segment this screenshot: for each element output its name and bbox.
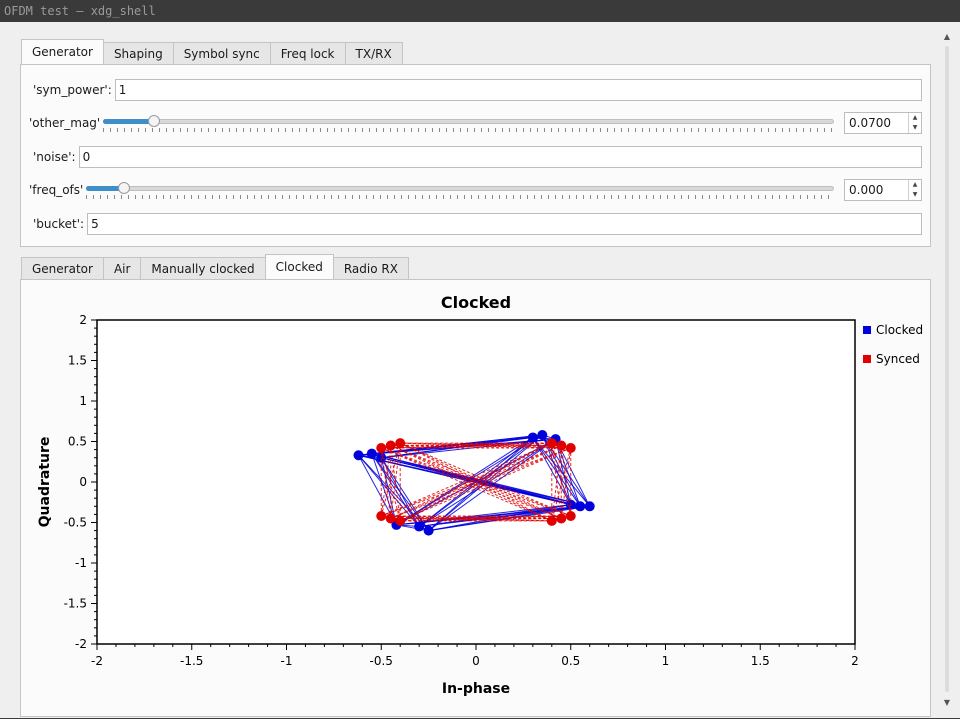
data-point-synced <box>565 511 576 522</box>
x-tick-label: 1 <box>662 654 670 668</box>
data-point-synced <box>385 513 396 524</box>
window-title: OFDM test — xdg_shell <box>4 4 156 18</box>
freq-ofs-label: 'freq_ofs' <box>29 183 84 197</box>
data-point-synced <box>556 513 567 524</box>
data-point-clocked <box>537 430 548 441</box>
spin-up-icon[interactable]: ▲ <box>909 180 921 190</box>
x-tick-label: -1 <box>281 654 293 668</box>
other-mag-slider[interactable] <box>103 113 834 133</box>
x-tick-label: -2 <box>91 654 103 668</box>
legend-swatch-clocked <box>863 326 871 334</box>
data-point-synced <box>395 515 406 526</box>
data-point-clocked <box>423 525 434 536</box>
freq-ofs-row: 'freq_ofs' 0.000 ▲ ▼ <box>21 178 930 202</box>
data-point-synced <box>565 442 576 453</box>
x-tick-label: -0.5 <box>370 654 393 668</box>
y-tick-label: 1 <box>79 394 87 408</box>
data-point-clocked <box>414 521 425 532</box>
tab-tx-rx[interactable]: TX/RX <box>344 42 403 64</box>
slider-handle[interactable] <box>117 182 130 194</box>
tab-shaping[interactable]: Shaping <box>102 42 174 64</box>
freq-ofs-spinbox[interactable]: 0.000 ▲ ▼ <box>844 179 922 201</box>
y-tick-label: 1.5 <box>68 354 87 368</box>
scroll-up-icon[interactable]: ▲ <box>940 30 954 44</box>
tab-view-generator[interactable]: Generator <box>21 257 104 279</box>
tab-generator[interactable]: Generator <box>21 39 104 64</box>
data-point-clocked <box>353 450 364 461</box>
x-tick-label: 0 <box>472 654 480 668</box>
slider-handle[interactable] <box>148 115 161 127</box>
data-point-synced <box>546 438 557 449</box>
bucket-row: 'bucket': 5 <box>21 212 930 236</box>
other-mag-label: 'other_mag' <box>29 116 101 130</box>
tab-radio-rx[interactable]: Radio RX <box>332 257 409 279</box>
bucket-label: 'bucket': <box>33 217 85 231</box>
plot-panel: Clocked In-phase Quadrature -2 -1.5 -1 -0.5 0 0.… <box>20 279 931 717</box>
generator-panel: 'sym_power': 1 'other_mag' 0.0700 ▲ ▼ 'n… <box>20 64 931 247</box>
x-tick-label: 0.5 <box>561 654 580 668</box>
tab-freq-lock[interactable]: Freq lock <box>269 42 346 64</box>
view-tabbar: Generator Air Manually clocked Clocked R… <box>21 254 409 279</box>
app-window: ▲ ▼ Generator Shaping Symbol sync Freq l… <box>0 22 960 718</box>
data-point-clocked <box>584 501 595 512</box>
chart-title: Clocked <box>441 293 511 312</box>
sym-power-row: 'sym_power': 1 <box>21 78 930 102</box>
y-tick-label: -1 <box>75 556 87 570</box>
data-point-synced <box>556 440 567 451</box>
y-tick-label: 0 <box>79 475 87 489</box>
x-tick-label: 2 <box>851 654 859 668</box>
vertical-scrollbar[interactable]: ▲ ▼ <box>940 28 954 710</box>
spin-down-icon[interactable]: ▼ <box>909 190 921 200</box>
freq-ofs-value[interactable]: 0.000 <box>845 180 908 200</box>
x-tick-label: -1.5 <box>180 654 203 668</box>
spin-up-icon[interactable]: ▲ <box>909 113 921 123</box>
data-point-synced <box>376 442 387 453</box>
data-point-synced <box>395 438 406 449</box>
legend-label-synced: Synced <box>876 352 920 366</box>
tab-manually-clocked[interactable]: Manually clocked <box>140 257 266 279</box>
tab-clocked[interactable]: Clocked <box>264 254 334 279</box>
sym-power-label: 'sym_power': <box>33 83 112 97</box>
bucket-input[interactable]: 5 <box>87 213 922 235</box>
scroll-down-icon[interactable]: ▼ <box>940 696 954 710</box>
y-tick-label: 2 <box>79 313 87 327</box>
x-axis-label: In-phase <box>442 681 510 697</box>
data-point-synced <box>376 511 387 522</box>
tab-air[interactable]: Air <box>102 257 142 279</box>
y-axis-label: Quadrature <box>37 437 53 528</box>
y-tick-label: -2 <box>75 637 87 651</box>
spin-down-icon[interactable]: ▼ <box>909 123 921 133</box>
top-tabbar: Generator Shaping Symbol sync Freq lock … <box>21 39 403 64</box>
freq-ofs-slider[interactable] <box>86 180 834 200</box>
tab-symbol-sync[interactable]: Symbol sync <box>172 42 271 64</box>
data-point-clocked <box>527 432 538 443</box>
sym-power-input[interactable]: 1 <box>114 79 922 101</box>
legend-label-clocked: Clocked <box>876 323 923 337</box>
y-tick-label: -1.5 <box>64 597 87 611</box>
y-tick-label: 0.5 <box>68 435 87 449</box>
data-point-clocked <box>366 448 377 459</box>
x-tick-label: 1.5 <box>751 654 770 668</box>
other-mag-spinbox[interactable]: 0.0700 ▲ ▼ <box>844 112 922 134</box>
data-point-clocked <box>575 501 586 512</box>
data-point-synced <box>546 515 557 526</box>
noise-label: 'noise': <box>33 150 76 164</box>
constellation-chart[interactable]: Clocked In-phase Quadrature -2 -1.5 -1 -0.5 0 0.… <box>21 280 930 716</box>
other-mag-value[interactable]: 0.0700 <box>845 113 908 133</box>
other-mag-row: 'other_mag' 0.0700 ▲ ▼ <box>21 111 930 135</box>
noise-row: 'noise': 0 <box>21 145 930 169</box>
y-tick-label: -0.5 <box>64 516 87 530</box>
scroll-track[interactable] <box>945 46 949 692</box>
data-point-synced <box>385 440 396 451</box>
legend-swatch-synced <box>863 355 871 363</box>
window-titlebar: OFDM test — xdg_shell <box>0 0 960 22</box>
noise-input[interactable]: 0 <box>78 146 922 168</box>
